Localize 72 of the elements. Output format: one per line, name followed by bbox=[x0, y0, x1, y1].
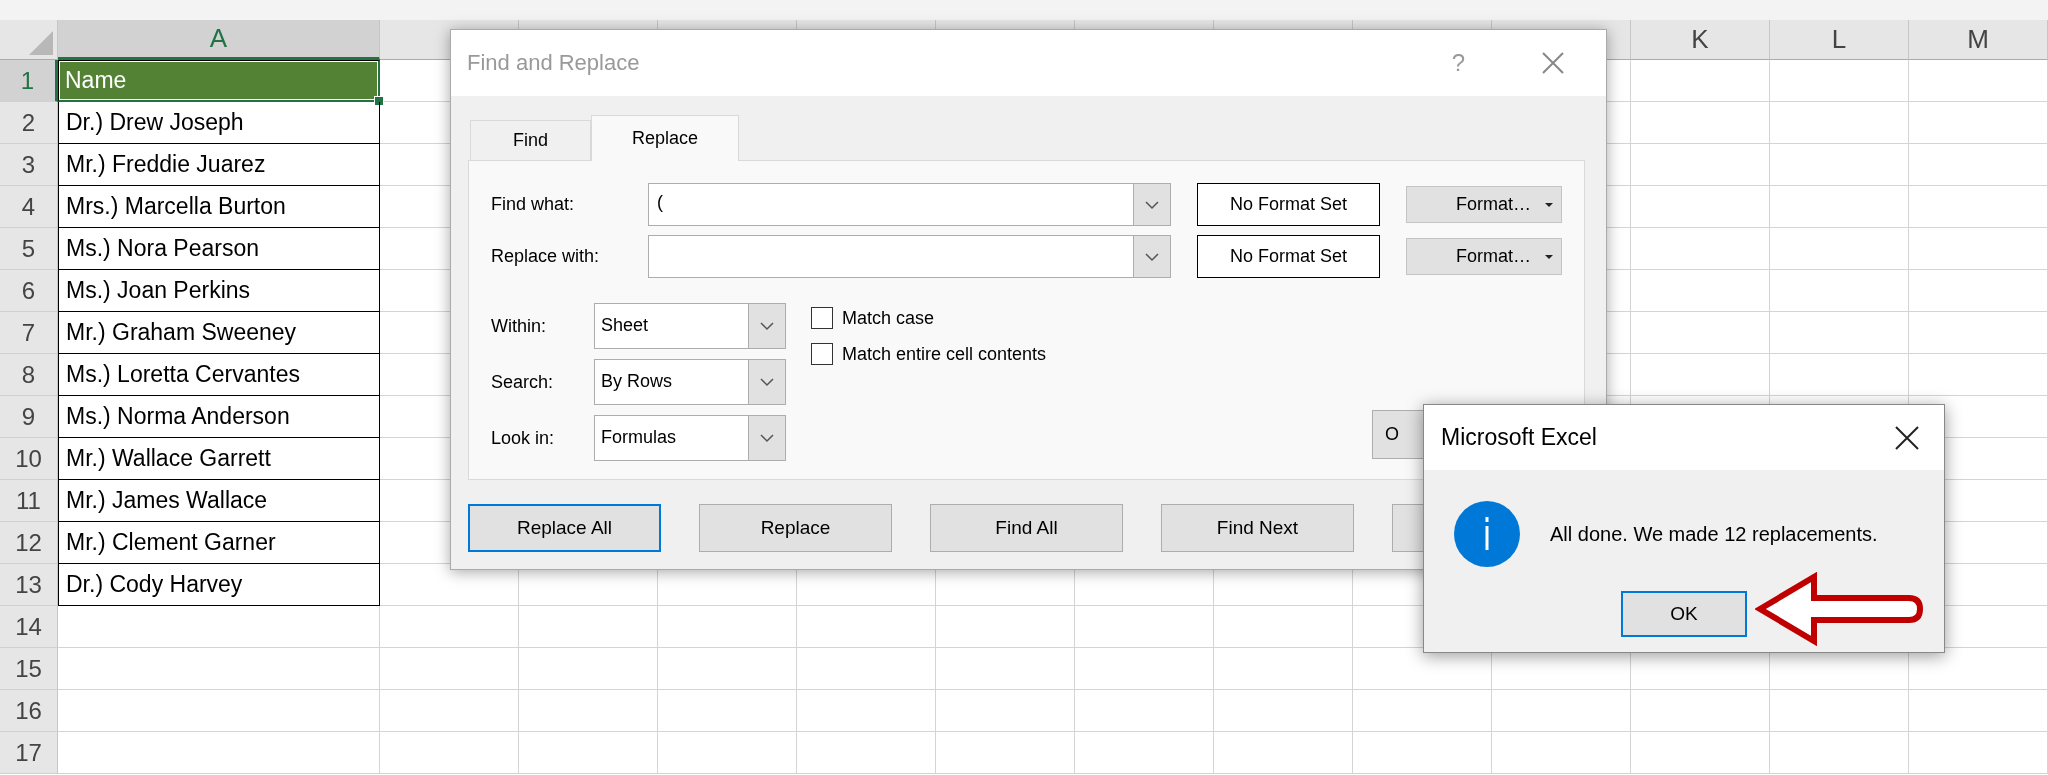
checkbox-label[interactable]: Match entire cell contents bbox=[842, 343, 1047, 365]
table-cell: Mr.) James Wallace bbox=[58, 480, 380, 522]
field-label: Look in: bbox=[491, 427, 556, 449]
input-field[interactable] bbox=[648, 235, 1171, 278]
dropdown-button[interactable] bbox=[748, 360, 785, 404]
dialog-button[interactable]: Replace All bbox=[468, 504, 661, 552]
dialog-button[interactable]: Find All bbox=[930, 504, 1123, 552]
tab[interactable]: Replace bbox=[591, 115, 740, 161]
column-header[interactable]: L bbox=[1770, 20, 1909, 60]
row-header[interactable]: 8 bbox=[0, 354, 58, 396]
dialog-title: Find and Replace bbox=[467, 50, 641, 76]
dropdown-button[interactable] bbox=[748, 304, 785, 348]
field-label: Within: bbox=[491, 315, 547, 337]
table-cell: Mrs.) Marcella Burton bbox=[58, 186, 380, 228]
dropdown-button[interactable] bbox=[748, 416, 785, 460]
table-cell: Ms.) Joan Perkins bbox=[58, 270, 380, 312]
table-cell: Dr.) Drew Joseph bbox=[58, 102, 380, 144]
message-text: All done. We made 12 replacements. bbox=[1550, 522, 1878, 546]
table-cell: Mr.) Freddie Juarez bbox=[58, 144, 380, 186]
row-header[interactable]: 6 bbox=[0, 270, 58, 312]
select-all-icon[interactable] bbox=[29, 31, 53, 55]
row-header[interactable]: 11 bbox=[0, 480, 58, 522]
row-header[interactable]: 7 bbox=[0, 312, 58, 354]
checkbox[interactable] bbox=[811, 307, 833, 329]
column-header[interactable]: K bbox=[1631, 20, 1770, 60]
table-cell: Mr.) Clement Garner bbox=[58, 522, 380, 564]
tab[interactable]: Find bbox=[470, 120, 591, 160]
field-label: Search: bbox=[491, 371, 555, 393]
dropdown-button[interactable] bbox=[1133, 236, 1170, 277]
table-cell: Dr.) Cody Harvey bbox=[58, 564, 380, 606]
caret-icon bbox=[1545, 254, 1553, 259]
row-header[interactable]: 14 bbox=[0, 606, 58, 648]
row-header[interactable]: 4 bbox=[0, 186, 58, 228]
row-header[interactable]: 3 bbox=[0, 144, 58, 186]
dropdown[interactable]: By Rows bbox=[594, 359, 786, 405]
fill-handle[interactable] bbox=[374, 96, 384, 106]
row-header[interactable]: 10 bbox=[0, 438, 58, 480]
info-icon bbox=[1454, 501, 1520, 567]
column-header[interactable]: A bbox=[58, 20, 380, 60]
table-cell: Mr.) Wallace Garrett bbox=[58, 438, 380, 480]
checkbox[interactable] bbox=[811, 343, 833, 365]
row-header[interactable]: 16 bbox=[0, 690, 58, 732]
dialog-button[interactable]: Find Next bbox=[1161, 504, 1354, 552]
format-button[interactable]: Format… bbox=[1406, 238, 1562, 275]
column-header[interactable]: M bbox=[1909, 20, 2048, 60]
format-button[interactable]: Format… bbox=[1406, 186, 1562, 223]
table-cell: Ms.) Norma Anderson bbox=[58, 396, 380, 438]
dialog-button[interactable]: OK bbox=[1621, 591, 1747, 637]
format-preview: No Format Set bbox=[1197, 235, 1380, 278]
caret-icon bbox=[1545, 202, 1553, 207]
field-label: Find what: bbox=[491, 194, 576, 215]
row-header[interactable]: 5 bbox=[0, 228, 58, 270]
dialog-title: Microsoft Excel bbox=[1441, 424, 1598, 451]
dialog-button[interactable]: Replace bbox=[699, 504, 892, 552]
table-cell: Ms.) Loretta Cervantes bbox=[58, 354, 380, 396]
dropdown-button[interactable] bbox=[1133, 184, 1170, 225]
table-cell: Ms.) Nora Pearson bbox=[58, 228, 380, 270]
dropdown[interactable]: Sheet bbox=[594, 303, 786, 349]
dropdown[interactable]: Formulas bbox=[594, 415, 786, 461]
row-header[interactable]: 15 bbox=[0, 648, 58, 690]
field-label: Replace with: bbox=[491, 246, 601, 267]
row-header[interactable]: 17 bbox=[0, 732, 58, 774]
checkbox-label[interactable]: Match case bbox=[842, 307, 935, 329]
input-field[interactable]: ( bbox=[648, 183, 1171, 226]
close-icon[interactable] bbox=[1894, 424, 1920, 451]
row-header[interactable]: 12 bbox=[0, 522, 58, 564]
row-header[interactable]: 1 bbox=[0, 60, 58, 102]
row-header[interactable]: 9 bbox=[0, 396, 58, 438]
format-preview: No Format Set bbox=[1197, 183, 1380, 226]
row-header[interactable]: 2 bbox=[0, 102, 58, 144]
row-header[interactable]: 13 bbox=[0, 564, 58, 606]
table-cell: Mr.) Graham Sweeney bbox=[58, 312, 380, 354]
